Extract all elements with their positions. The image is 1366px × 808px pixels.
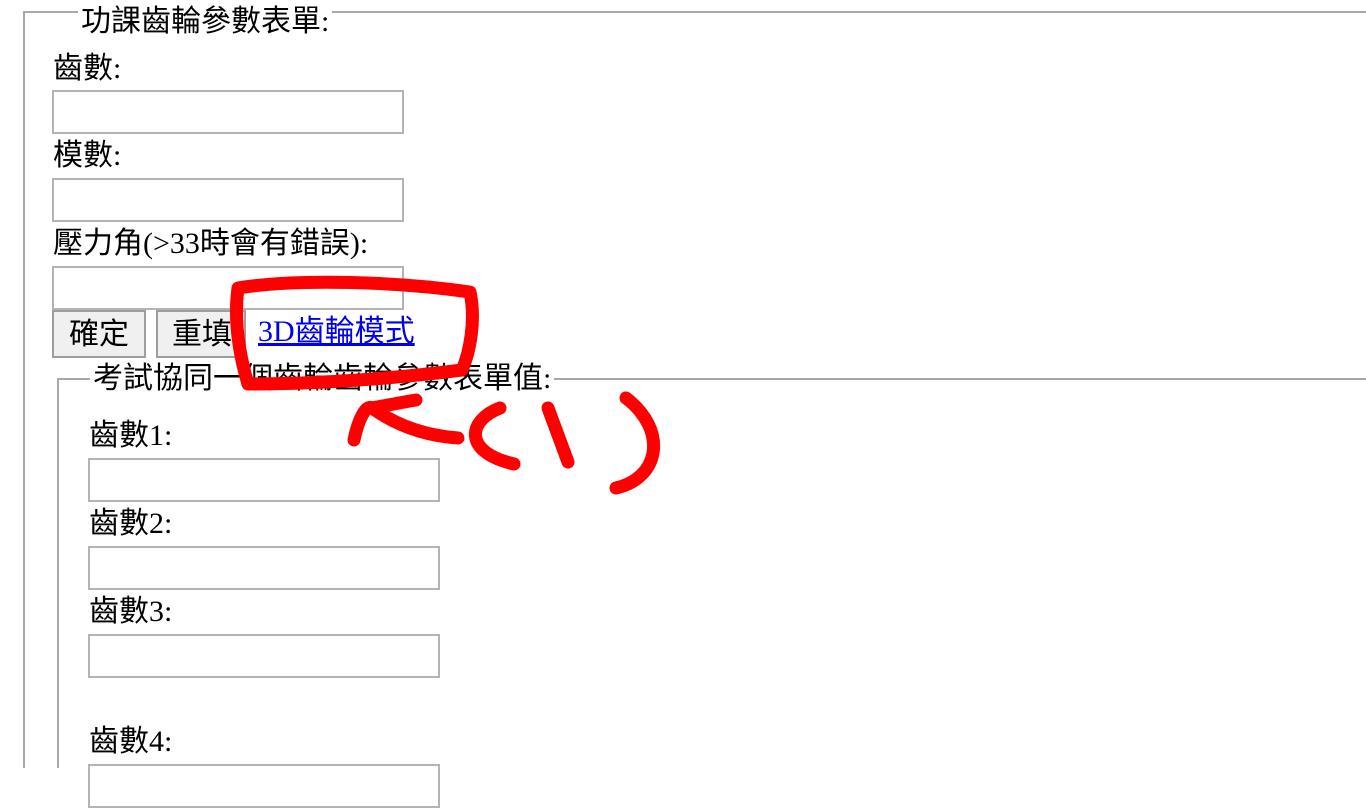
submit-button[interactable]: 確定	[52, 310, 146, 358]
3d-gear-mode-link[interactable]: 3D齒輪模式	[258, 313, 415, 351]
teeth-input[interactable]	[52, 90, 404, 134]
exam-gear-legend: 考試協同一個齒輪齒輪參數表單值:	[90, 364, 555, 394]
module-input[interactable]	[52, 178, 404, 222]
teeth1-label: 齒數1:	[89, 419, 173, 452]
teeth4-input[interactable]	[88, 764, 440, 808]
reset-button[interactable]: 重填	[156, 310, 246, 358]
teeth3-input[interactable]	[88, 634, 440, 678]
teeth3-label: 齒數3:	[89, 595, 173, 628]
gear-form-legend: 功課齒輪參數表單:	[78, 7, 333, 37]
teeth2-label: 齒數2:	[89, 507, 173, 540]
pressure-angle-label: 壓力角(>33時會有錯誤):	[53, 227, 369, 260]
teeth1-input[interactable]	[88, 458, 440, 502]
module-label: 模數:	[53, 139, 122, 172]
teeth4-label: 齒數4:	[89, 725, 173, 758]
teeth-label: 齒數:	[53, 52, 122, 85]
teeth2-input[interactable]	[88, 546, 440, 590]
pressure-angle-input[interactable]	[52, 266, 404, 310]
